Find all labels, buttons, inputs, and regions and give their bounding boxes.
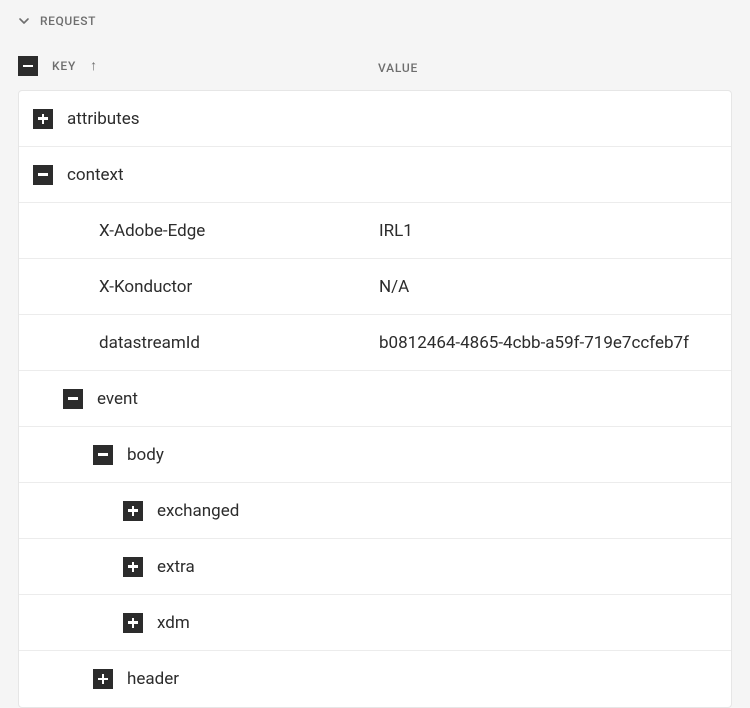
tree-row-attributes[interactable]: attributes: [19, 91, 731, 147]
tree-row-body[interactable]: body: [19, 427, 731, 483]
tree-row-x-adobe-edge[interactable]: X-Adobe-Edge IRL1: [19, 203, 731, 259]
tree-value: IRL1: [379, 221, 717, 241]
expand-icon[interactable]: [123, 613, 143, 633]
collapse-icon[interactable]: [33, 165, 53, 185]
column-value-label[interactable]: VALUE: [378, 61, 418, 75]
tree-row-header[interactable]: header: [19, 651, 731, 707]
expand-icon[interactable]: [123, 501, 143, 521]
tree-key: datastreamId: [99, 333, 200, 353]
tree-key: xdm: [157, 613, 190, 633]
tree-row-x-konductor[interactable]: X-Konductor N/A: [19, 259, 731, 315]
tree-row-datastream-id[interactable]: datastreamId b0812464-4865-4cbb-a59f-719…: [19, 315, 731, 371]
tree-key: exchanged: [157, 501, 239, 521]
tree-key: event: [97, 389, 138, 409]
tree-key: attributes: [67, 109, 140, 129]
expand-icon[interactable]: [93, 669, 113, 689]
sort-ascending-icon[interactable]: ↑: [90, 59, 97, 73]
table-columns-header: KEY ↑ VALUE: [0, 42, 750, 90]
collapse-icon[interactable]: [63, 389, 83, 409]
tree-key: extra: [157, 557, 195, 577]
tree-row-xdm[interactable]: xdm: [19, 595, 731, 651]
expand-icon[interactable]: [123, 557, 143, 577]
tree-key: body: [127, 445, 164, 465]
collapse-icon[interactable]: [93, 445, 113, 465]
column-key-label[interactable]: KEY: [52, 59, 76, 73]
request-tree: attributes context X-Adobe-Edge IRL1 X-K…: [18, 90, 732, 708]
expand-icon[interactable]: [33, 109, 53, 129]
tree-value: N/A: [379, 277, 717, 297]
tree-row-extra[interactable]: extra: [19, 539, 731, 595]
tree-key: header: [127, 669, 179, 689]
tree-row-exchanged[interactable]: exchanged: [19, 483, 731, 539]
chevron-down-icon: [18, 15, 30, 27]
collapse-all-toggle[interactable]: [18, 56, 38, 76]
tree-row-event[interactable]: event: [19, 371, 731, 427]
tree-key: X-Konductor: [99, 277, 192, 297]
tree-value: b0812464-4865-4cbb-a59f-719e7ccfeb7f: [379, 333, 717, 353]
tree-key: X-Adobe-Edge: [99, 221, 205, 241]
section-header[interactable]: REQUEST: [0, 0, 750, 42]
section-title: REQUEST: [40, 14, 96, 28]
tree-key: context: [67, 165, 124, 185]
tree-row-context[interactable]: context: [19, 147, 731, 203]
